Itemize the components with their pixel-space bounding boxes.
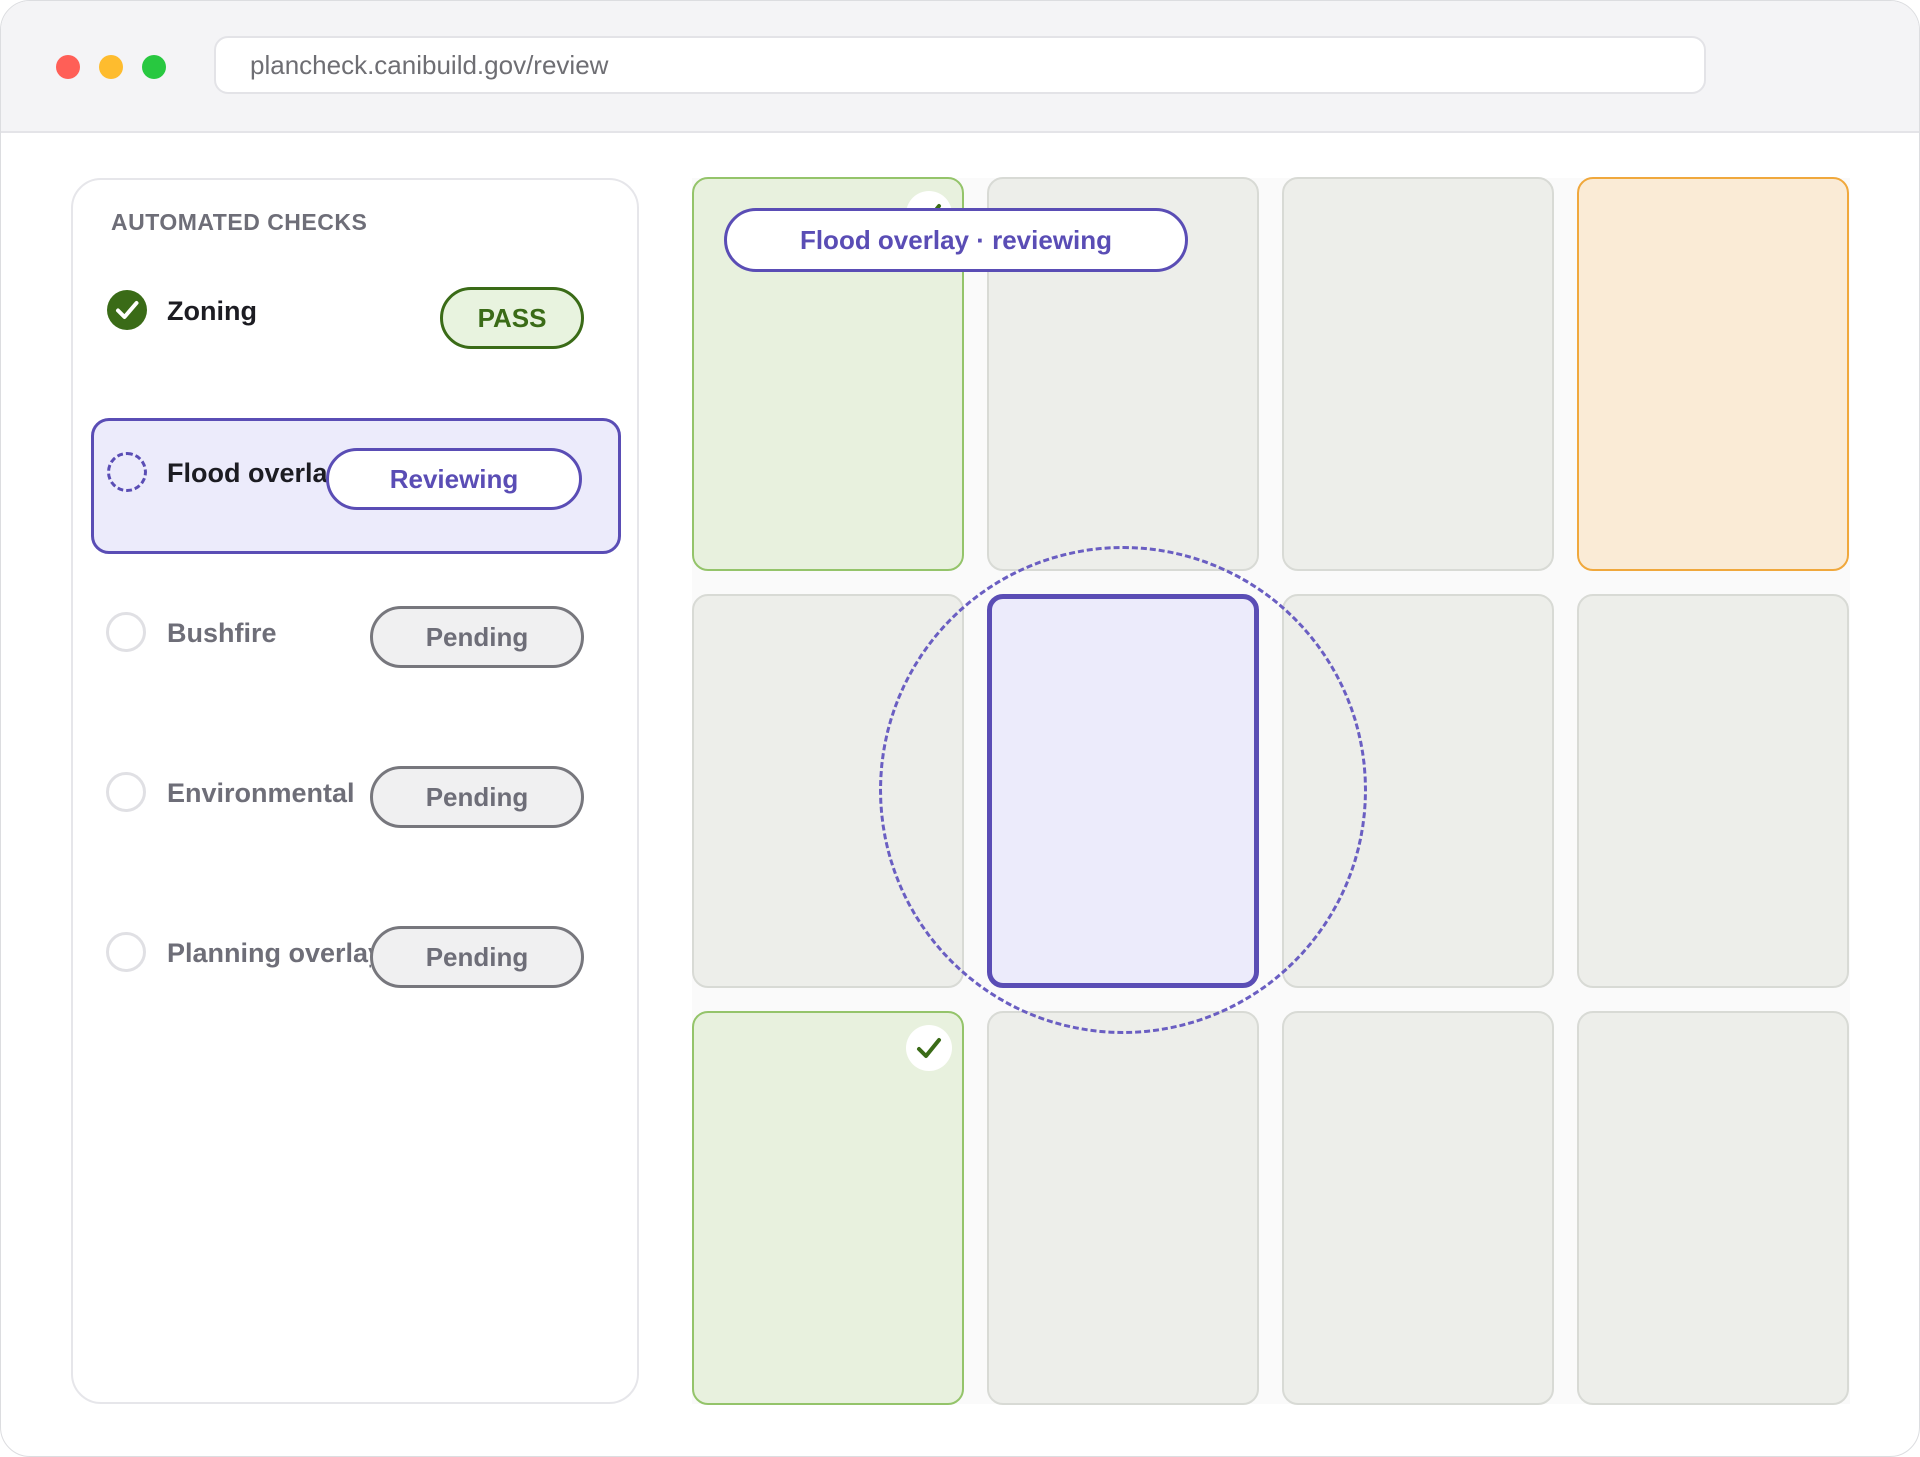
review-callout: Flood overlay · reviewing xyxy=(724,208,1188,272)
check-label: Flood overlay xyxy=(167,458,327,488)
grid-tile-pass[interactable] xyxy=(692,1011,964,1405)
minimize-window-button[interactable] xyxy=(99,55,123,79)
check-icon xyxy=(906,1025,952,1071)
browser-titlebar: plancheck.canibuild.gov/review xyxy=(1,1,1919,133)
status-badge: PASS xyxy=(440,287,584,349)
grid-tile[interactable] xyxy=(1282,177,1554,571)
empty-circle-icon xyxy=(106,772,146,812)
check-icon xyxy=(107,290,147,330)
check-row-flood-overlay[interactable]: Flood overlay Reviewing xyxy=(91,418,621,554)
scan-ring xyxy=(879,546,1367,1034)
grid-tile-warning[interactable] xyxy=(1577,177,1849,571)
status-badge: Pending xyxy=(370,606,584,668)
grid-tile[interactable] xyxy=(987,1011,1259,1405)
status-badge: Reviewing xyxy=(326,448,582,510)
close-window-button[interactable] xyxy=(56,55,80,79)
status-badge: Pending xyxy=(370,926,584,988)
check-label: Zoning xyxy=(167,296,257,326)
spinner-dashed-icon xyxy=(107,452,147,492)
grid-tile[interactable] xyxy=(1577,1011,1849,1405)
status-badge: Pending xyxy=(370,766,584,828)
check-label: Planning overlay xyxy=(167,938,371,968)
check-row-bushfire[interactable]: Bushfire Pending xyxy=(91,572,621,708)
check-row-environmental[interactable]: Environmental Pending xyxy=(91,732,621,868)
check-row-zoning[interactable]: Zoning PASS xyxy=(91,250,621,386)
grid-tile[interactable] xyxy=(1282,1011,1554,1405)
maximize-window-button[interactable] xyxy=(142,55,166,79)
address-bar[interactable]: plancheck.canibuild.gov/review xyxy=(214,36,1706,94)
check-label: Bushfire xyxy=(167,618,277,648)
check-row-planning-overlay[interactable]: Planning overlay Pending xyxy=(91,892,621,1028)
check-label: Environmental xyxy=(167,778,355,808)
empty-circle-icon xyxy=(106,612,146,652)
grid-tile[interactable] xyxy=(1577,594,1849,988)
empty-circle-icon xyxy=(106,932,146,972)
panel-title: AUTOMATED CHECKS xyxy=(111,209,368,235)
